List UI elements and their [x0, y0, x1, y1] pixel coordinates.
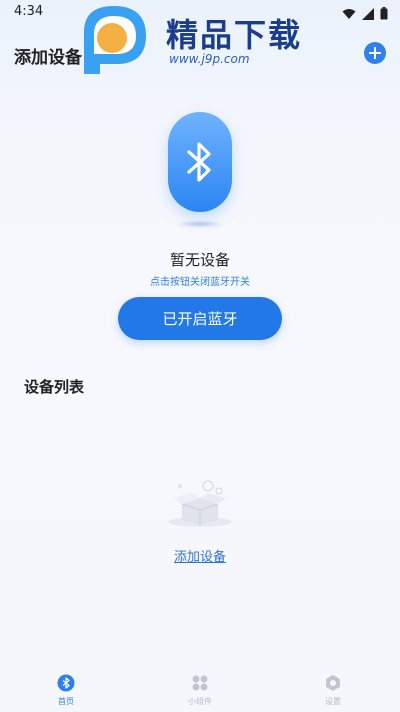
add-device-link[interactable]: 添加设备: [0, 546, 400, 565]
tab-label: 小组件: [188, 697, 212, 706]
grid-icon: [191, 674, 209, 692]
bottom-tabbar: 首页 小组件 设置: [0, 668, 400, 712]
watermark-text: 精品下载: [166, 16, 303, 54]
status-time: 4:34: [14, 4, 44, 19]
add-device-button[interactable]: [364, 42, 386, 64]
bluetooth-shadow: [176, 220, 224, 228]
tab-label: 首页: [58, 697, 74, 706]
bluetooth-icon: [57, 674, 75, 692]
tab-home[interactable]: 首页: [26, 674, 106, 707]
bluetooth-icon: [187, 142, 211, 182]
battery-icon: [380, 5, 388, 24]
tab-settings[interactable]: 设置: [293, 674, 373, 707]
bluetooth-status-graphic: [168, 112, 232, 212]
signal-icon: [362, 5, 374, 24]
watermark-logo: 精品下载 www.j9p.com: [74, 2, 334, 76]
watermark-url: www.j9p.com: [169, 52, 250, 66]
tab-label: 设置: [325, 697, 341, 706]
bluetooth-toggle-button[interactable]: 已开启蓝牙: [118, 297, 282, 340]
gear-icon: [324, 674, 342, 692]
logo-p-icon: [84, 6, 146, 74]
plus-icon: [369, 47, 381, 59]
tab-widgets[interactable]: 小组件: [160, 674, 240, 707]
page-title: 添加设备: [14, 48, 82, 68]
bluetooth-hint: 点击按钮关闭蓝牙开关: [150, 277, 250, 288]
wifi-icon: [342, 5, 356, 24]
empty-device-title: 暂无设备: [169, 251, 230, 269]
empty-box-icon: [164, 478, 236, 528]
device-list-title: 设备列表: [24, 378, 85, 396]
status-icons: [342, 5, 388, 24]
